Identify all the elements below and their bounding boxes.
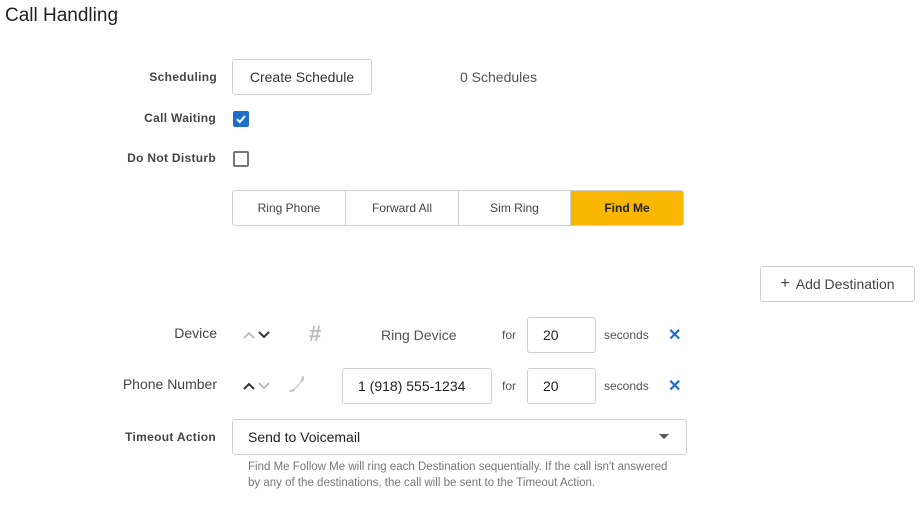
mode-sim-ring[interactable]: Sim Ring <box>459 191 571 225</box>
add-destination-button[interactable]: + Add Destination <box>760 266 915 302</box>
reorder-controls <box>242 328 272 342</box>
timeout-action-select[interactable]: Send to Voicemail <box>232 419 687 455</box>
ring-seconds-input[interactable]: 20 <box>527 368 596 404</box>
move-up-icon[interactable] <box>243 331 255 339</box>
call-waiting-label: Call Waiting <box>144 111 216 125</box>
do-not-disturb-checkbox[interactable] <box>233 151 249 167</box>
mode-find-me[interactable]: Find Me <box>571 191 683 225</box>
timeout-action-label: Timeout Action <box>125 430 216 444</box>
seconds-label: seconds <box>604 379 649 393</box>
for-label: for <box>502 379 517 393</box>
do-not-disturb-label: Do Not Disturb <box>127 151 216 165</box>
create-schedule-button[interactable]: Create Schedule <box>232 59 372 95</box>
mode-ring-phone[interactable]: Ring Phone <box>233 191 346 225</box>
call-waiting-checkbox[interactable] <box>233 111 249 127</box>
seconds-label: seconds <box>604 328 649 342</box>
remove-destination-icon[interactable]: ✕ <box>668 376 681 396</box>
reorder-controls <box>242 379 272 393</box>
destination-target: Ring Device <box>381 327 457 343</box>
ring-seconds-input[interactable]: 20 <box>527 317 596 353</box>
scheduling-label: Scheduling <box>149 70 217 84</box>
check-icon <box>236 115 246 124</box>
phone-number-input[interactable]: 1 (918) 555-1234 <box>342 368 492 404</box>
plus-icon: + <box>780 275 790 292</box>
move-up-icon[interactable] <box>243 382 255 390</box>
schedules-count: 0 Schedules <box>460 69 538 85</box>
phone-icon <box>287 374 307 399</box>
timeout-help-text: Find Me Follow Me will ring each Destina… <box>248 461 668 489</box>
move-down-icon[interactable] <box>258 331 270 339</box>
move-down-icon[interactable] <box>258 382 270 390</box>
destination-type-label: Phone Number <box>122 376 217 392</box>
hash-icon: # <box>309 321 322 346</box>
mode-forward-all[interactable]: Forward All <box>346 191 459 225</box>
destination-type-label: Device <box>174 325 217 341</box>
chevron-down-icon <box>659 434 669 439</box>
call-mode-selector: Ring Phone Forward All Sim Ring Find Me <box>232 190 684 226</box>
add-destination-label: Add Destination <box>795 276 895 292</box>
timeout-action-value: Send to Voicemail <box>248 429 361 445</box>
remove-destination-icon[interactable]: ✕ <box>668 325 681 345</box>
page-title: Call Handling <box>5 5 119 26</box>
for-label: for <box>502 328 517 342</box>
